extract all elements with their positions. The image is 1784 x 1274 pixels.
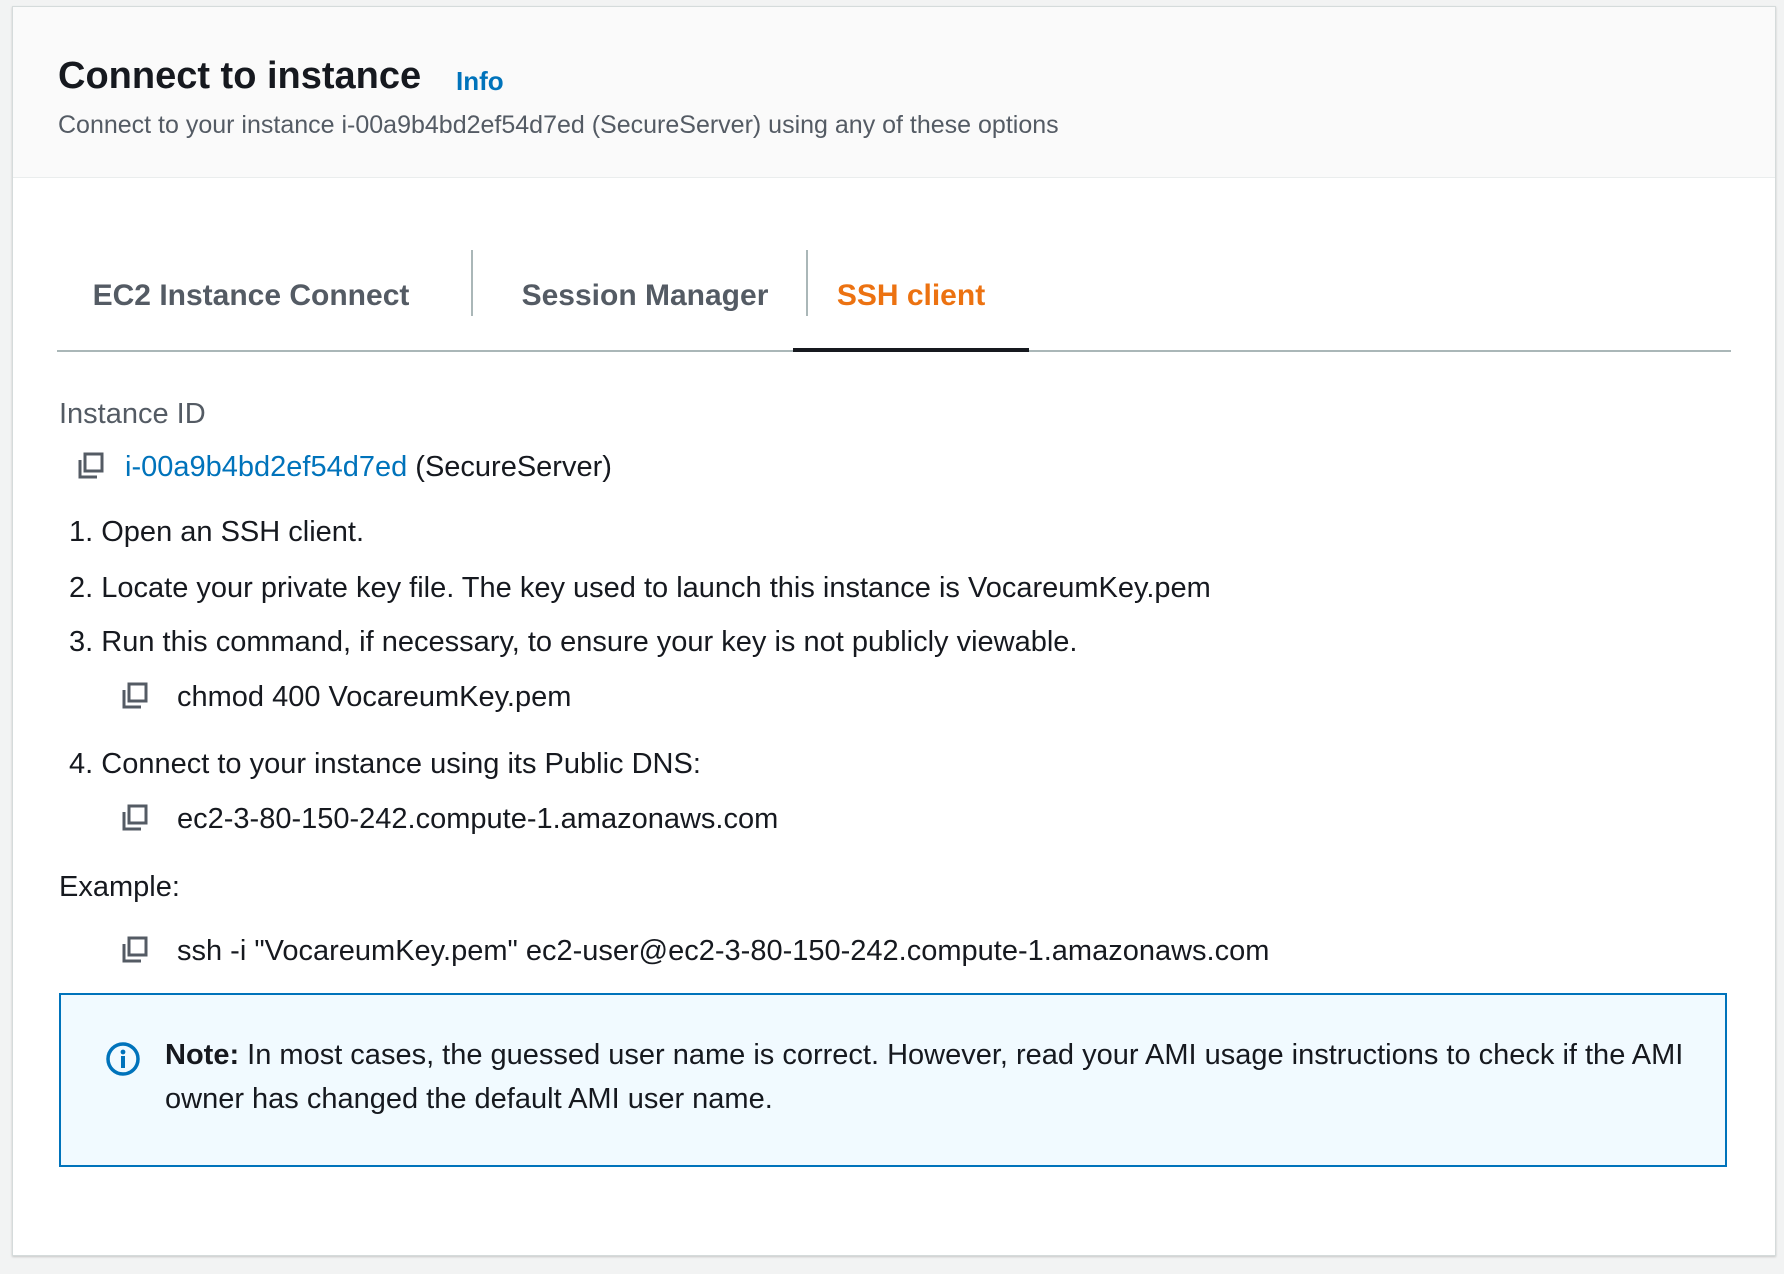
step-number: 1.	[69, 516, 94, 548]
tab-bar: EC2 Instance Connect Session Manager SSH…	[57, 242, 1731, 352]
instance-id-label: Instance ID	[59, 398, 206, 430]
panel-header: Connect to instance Info Connect to your…	[13, 7, 1775, 178]
public-dns: ec2-3-80-150-242.compute-1.amazonaws.com	[177, 803, 779, 835]
note-text: Note: In most cases, the guessed user na…	[165, 1033, 1695, 1121]
step-number: 2.	[69, 572, 94, 604]
copy-icon[interactable]	[120, 681, 150, 711]
step-1: 1. Open an SSH client.	[69, 514, 364, 550]
instance-id-row: i-00a9b4bd2ef54d7ed (SecureServer)	[125, 449, 612, 485]
step-number: 3.	[69, 626, 94, 658]
connect-panel: Connect to instance Info Connect to your…	[12, 6, 1776, 1256]
info-circle-icon	[106, 1042, 140, 1076]
step-number: 4.	[69, 748, 94, 780]
page-subtitle: Connect to your instance i-00a9b4bd2ef54…	[58, 111, 1059, 139]
note-alert: Note: In most cases, the guessed user na…	[59, 993, 1727, 1167]
copy-icon[interactable]	[76, 451, 106, 481]
info-link[interactable]: Info	[456, 65, 504, 97]
example-label: Example:	[59, 871, 180, 903]
instance-id-link[interactable]: i-00a9b4bd2ef54d7ed	[125, 451, 407, 483]
tab-divider	[471, 250, 473, 316]
step-text: Open an SSH client.	[101, 516, 365, 548]
instance-name: (SecureServer)	[415, 451, 612, 483]
step-2: 2. Locate your private key file. The key…	[69, 570, 1211, 606]
step-text: Locate your private key file. The key us…	[101, 572, 1211, 604]
tab-session-manager[interactable]: Session Manager	[497, 242, 793, 348]
step-3: 3. Run this command, if necessary, to en…	[69, 624, 1078, 660]
page-title: Connect to instance	[58, 55, 422, 97]
note-bold-label: Note:	[165, 1039, 240, 1071]
step-4: 4. Connect to your instance using its Pu…	[69, 746, 701, 782]
chmod-command: chmod 400 VocareumKey.pem	[177, 681, 572, 713]
active-tab-indicator	[793, 348, 1029, 352]
example-command: ssh -i "VocareumKey.pem" ec2-user@ec2-3-…	[177, 935, 1270, 967]
tab-ec2-instance-connect[interactable]: EC2 Instance Connect	[71, 242, 431, 348]
tab-ssh-client[interactable]: SSH client	[793, 242, 1029, 348]
note-body: In most cases, the guessed user name is …	[165, 1039, 1684, 1115]
step-text: Connect to your instance using its Publi…	[101, 748, 701, 780]
step-text: Run this command, if necessary, to ensur…	[101, 626, 1078, 658]
copy-icon[interactable]	[120, 935, 150, 965]
copy-icon[interactable]	[120, 803, 150, 833]
